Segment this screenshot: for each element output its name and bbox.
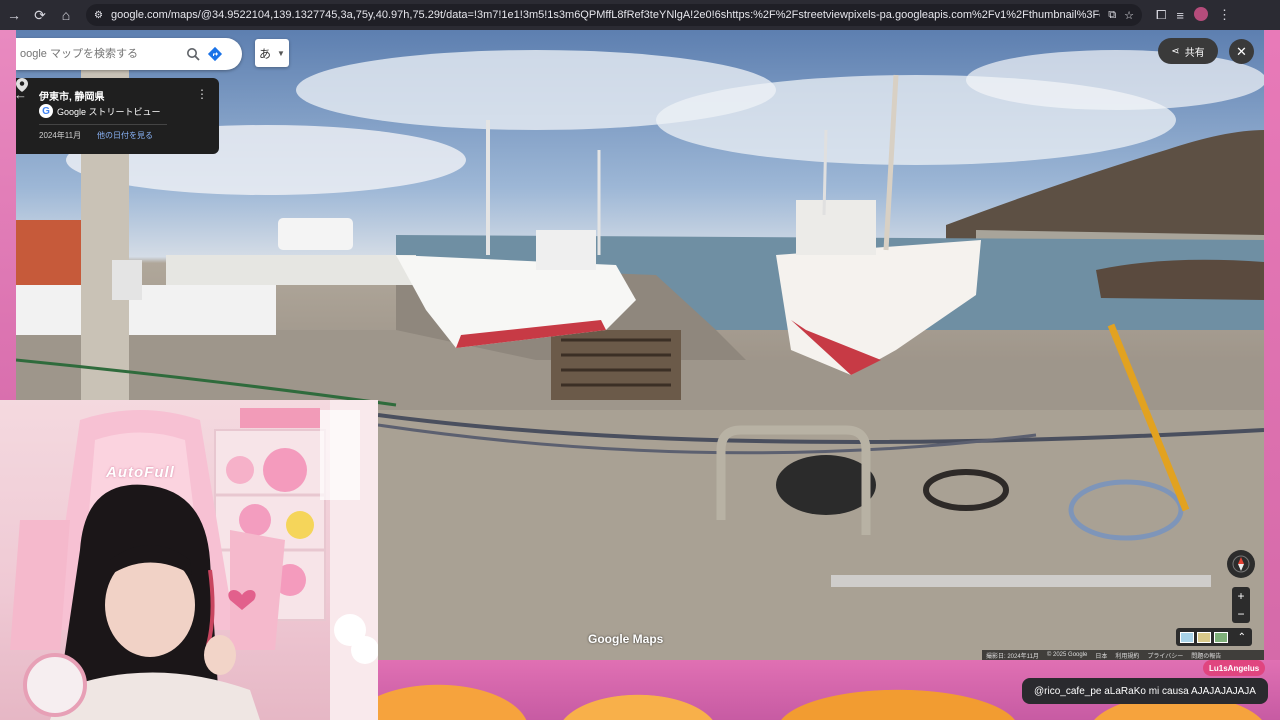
- forward-icon[interactable]: →: [2, 3, 26, 27]
- zoom-control: + −: [1232, 587, 1250, 623]
- place-name: 伊東市, 静岡県: [39, 92, 105, 103]
- media-control-icon[interactable]: ≡: [1176, 8, 1184, 23]
- footer-privacy-link[interactable]: プライバシー: [1147, 651, 1183, 660]
- address-bar[interactable]: ⚙ google.com/maps/@34.9522104,139.132774…: [86, 4, 1142, 26]
- satellite-layer-icon[interactable]: [1180, 631, 1194, 643]
- footer-capture-date: 撮影日: 2024年11月: [986, 653, 1039, 660]
- reload-icon[interactable]: ⟳: [28, 3, 52, 27]
- overlay-left-border: [0, 30, 16, 400]
- more-options-icon[interactable]: ⋮: [196, 87, 208, 101]
- google-logo-icon: G: [39, 104, 53, 118]
- share-icon: ⋖: [1171, 45, 1180, 57]
- share-label: 共有: [1184, 47, 1205, 59]
- webcam-feed: AutoFull: [0, 400, 378, 720]
- chat-message: @rico_cafe_pe aLaRaKo mi causa AJAJAJAJA…: [1022, 678, 1268, 704]
- compass-button[interactable]: [1227, 550, 1255, 578]
- search-input[interactable]: [18, 47, 182, 61]
- share-button[interactable]: ⋖ 共有: [1158, 38, 1218, 64]
- bookmark-star-icon[interactable]: ☆: [1124, 9, 1134, 22]
- directions-icon[interactable]: [204, 43, 226, 65]
- extensions-icon[interactable]: ⧠: [1156, 7, 1166, 23]
- footer-country[interactable]: 日本: [1095, 651, 1107, 660]
- maps-search-box: [16, 38, 242, 70]
- overlay-right-border: [1264, 30, 1280, 660]
- chevron-up-icon[interactable]: ⌃: [1238, 632, 1246, 643]
- google-maps-watermark: Google Maps: [588, 632, 664, 646]
- footer-copyright: © 2025 Google: [1046, 652, 1088, 658]
- zoom-in-button[interactable]: +: [1237, 589, 1244, 603]
- zoom-out-button[interactable]: −: [1237, 607, 1244, 621]
- compass-icon: [1232, 555, 1250, 573]
- street-view-info-card: ← 伊東市, 静岡県 G Google ストリートビュー ⋮ 2024年11月 …: [16, 78, 219, 154]
- card-divider: [39, 124, 167, 125]
- url-text: google.com/maps/@34.9522104,139.1327745,…: [110, 9, 1100, 21]
- home-icon[interactable]: ⌂: [54, 3, 78, 27]
- browser-toolbar: → ⟳ ⌂ ⚙ google.com/maps/@34.9522104,139.…: [0, 0, 1280, 30]
- street-view-brand: G Google ストリートビュー: [39, 104, 161, 118]
- street-view-brand-label: Google ストリートビュー: [57, 106, 161, 117]
- chat-username-badge: Lu1sAngelus: [1203, 660, 1266, 676]
- close-icon: ✕: [1236, 43, 1247, 59]
- close-button[interactable]: ✕: [1229, 39, 1254, 64]
- terrain-layer-icon[interactable]: [1197, 631, 1211, 643]
- maps-footer: 撮影日: 2024年11月 © 2025 Google 日本 利用規約 プライバ…: [982, 650, 1264, 660]
- profile-avatar[interactable]: [1194, 6, 1208, 24]
- install-app-icon[interactable]: ⧉: [1108, 9, 1116, 22]
- other-dates-link[interactable]: 他の日付を見る: [97, 130, 153, 141]
- site-info-icon[interactable]: ⚙: [94, 10, 103, 21]
- chevron-down-icon: ▼: [277, 48, 285, 58]
- layers-control[interactable]: ⌃: [1176, 628, 1252, 646]
- capture-date: 2024年11月: [39, 131, 82, 140]
- browser-menu-icon[interactable]: ⋮: [1218, 7, 1231, 23]
- ime-label: あ: [259, 46, 272, 61]
- webcam-scene: [10, 400, 378, 720]
- footer-report-link[interactable]: 問題の報告: [1191, 651, 1221, 660]
- input-tools-button[interactable]: あ ▼: [255, 39, 289, 67]
- search-icon[interactable]: [182, 43, 204, 65]
- location-pin-icon[interactable]: [16, 78, 28, 92]
- chair-brand-logo: AutoFull: [106, 464, 175, 481]
- map-layer-icon[interactable]: [1214, 631, 1228, 643]
- footer-terms-link[interactable]: 利用規約: [1115, 651, 1139, 660]
